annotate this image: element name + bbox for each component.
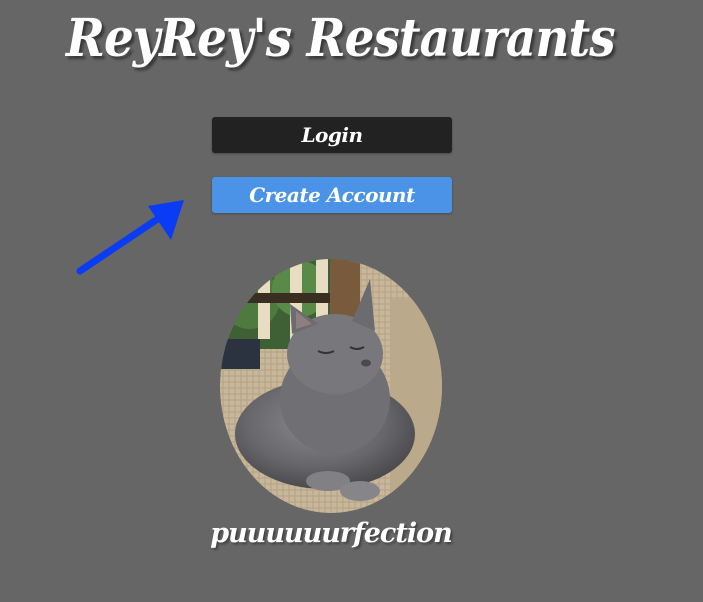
arrow-pointer-icon (76, 200, 184, 275)
page-title: ReyRey's Restaurants (66, 8, 616, 69)
login-button[interactable]: Login (212, 117, 452, 153)
cat-photo-caption: puuuuuurfection (210, 518, 453, 549)
arrow-shaft (76, 212, 166, 275)
cat-photo (220, 259, 442, 513)
create-account-button[interactable]: Create Account (212, 177, 452, 213)
